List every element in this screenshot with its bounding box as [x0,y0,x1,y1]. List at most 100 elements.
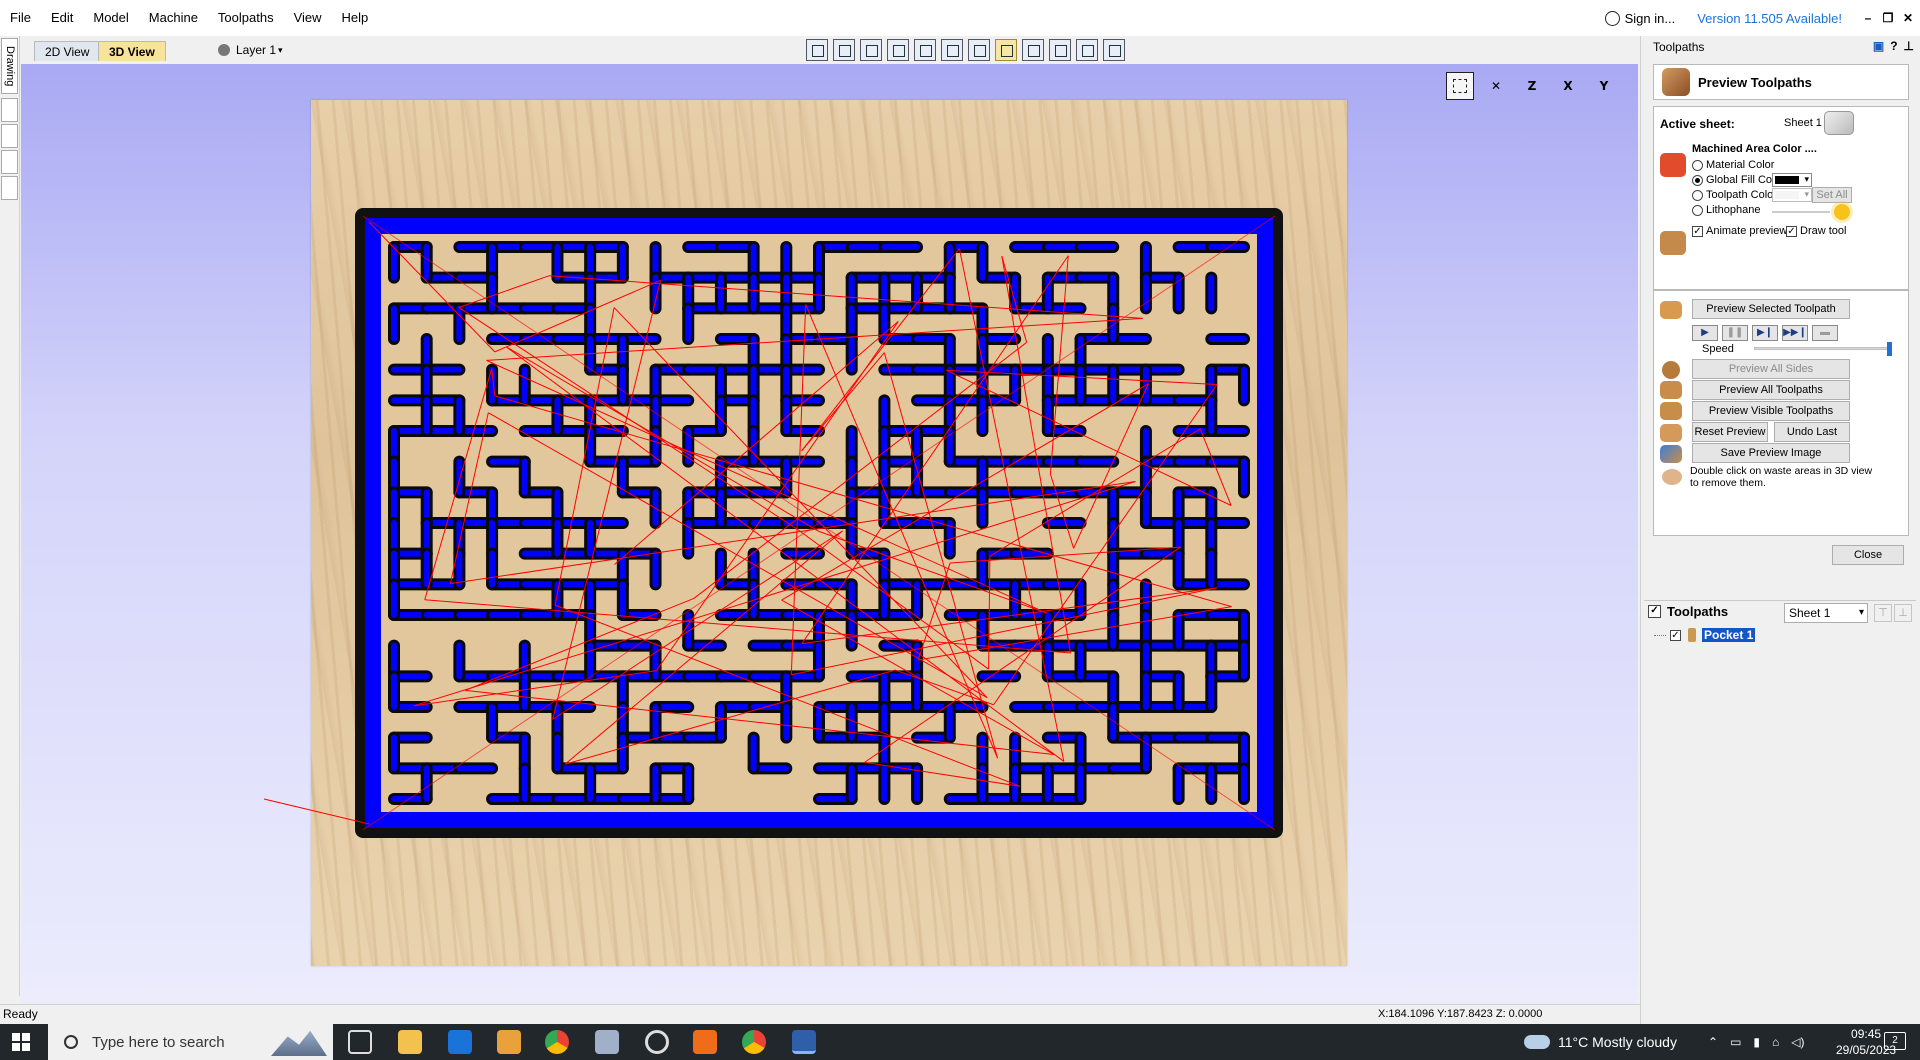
global-fill-color-radio[interactable] [1692,174,1703,186]
z-view-icon[interactable]: Z [1518,72,1546,100]
strip-tab-3[interactable] [1,124,18,148]
lithophane-slider[interactable] [1772,211,1830,213]
save-preview-image-button[interactable]: Save Preview Image [1692,443,1850,463]
stop-icon[interactable]: ▬ [1812,325,1838,341]
drawing-tab[interactable]: Drawing [1,38,18,94]
help-icon[interactable]: ? [1890,39,1897,53]
palette-icon[interactable] [1824,111,1854,135]
menu-model[interactable]: Model [83,0,138,36]
rulers-icon[interactable] [833,39,855,61]
undo-last-button[interactable]: Undo Last [1774,422,1850,442]
draw-tool-option[interactable]: ✓ Draw tool [1786,225,1846,237]
material-color-option[interactable]: Material Color [1692,159,1774,171]
zoom-in-icon[interactable] [941,39,963,61]
zoom-out-icon[interactable] [968,39,990,61]
global-fill-color-option[interactable]: Global Fill Color [1692,174,1784,186]
animate-preview-option[interactable]: ✓ Animate preview [1692,225,1787,237]
sign-in-link[interactable]: Sign in... [1604,10,1675,26]
meet-now-icon[interactable]: ▭ [1730,1035,1741,1049]
grid-icon[interactable] [860,39,882,61]
speed-slider[interactable] [1754,342,1892,356]
material-color-radio[interactable] [1692,159,1703,171]
weather-widget[interactable]: 11°C Mostly cloudy [1524,1024,1677,1060]
toolpath-color-option[interactable]: Toolpath Color [1692,189,1777,201]
toolpath-color-swatch[interactable]: ▾ [1772,188,1812,202]
menu-view[interactable]: View [284,0,332,36]
snap-icon[interactable] [806,39,828,61]
zoom-box-icon[interactable] [914,39,936,61]
preview-visible-toolpaths-button[interactable]: Preview Visible Toolpaths [1692,401,1850,421]
toolpath-item-name[interactable]: Pocket 1 [1702,628,1756,642]
paint-icon[interactable] [595,1030,619,1054]
zoom-extents-icon[interactable] [1446,72,1474,100]
taskbar-search-box[interactable]: Type here to search [48,1024,333,1060]
strip-tab-5[interactable] [1,176,18,200]
pause-icon[interactable]: ❚❚ [1722,325,1748,341]
iso-view-icon[interactable]: ✕ [1482,72,1510,100]
y-view-icon[interactable]: Y [1590,72,1618,100]
windows-start-icon[interactable] [12,1033,30,1051]
fusion-icon[interactable] [693,1030,717,1054]
set-all-button[interactable]: Set All [1812,187,1852,203]
preview-selected-toolpath-button[interactable]: Preview Selected Toolpath [1692,299,1850,319]
task-view-icon[interactable] [348,1030,372,1054]
x-view-icon[interactable]: X [1554,72,1582,100]
toolpaths-visibility-checkbox[interactable]: ✓ [1648,605,1661,618]
volume-icon[interactable]: ◁) [1791,1035,1804,1049]
restore-icon[interactable]: ❐ [1880,11,1896,25]
speed-slider-thumb[interactable] [1887,342,1892,356]
close-button[interactable]: Close [1832,545,1904,565]
menu-edit[interactable]: Edit [41,0,83,36]
reset-preview-button[interactable]: Reset Preview [1692,422,1768,442]
settings-gear-icon[interactable] [645,1030,669,1054]
play-icon[interactable]: ▶ [1692,325,1718,341]
lithophane-radio[interactable] [1692,204,1703,216]
toolpath-item[interactable]: ✓ Pocket 1 [1654,628,1756,642]
waste-area-icon [1662,469,1682,485]
chevron-up-icon[interactable]: ⌃ [1708,1035,1718,1049]
tab-3d-view[interactable]: 3D View [98,41,166,61]
pan-icon[interactable] [887,39,909,61]
menu-toolpaths[interactable]: Toolpaths [208,0,284,36]
menu-help[interactable]: Help [332,0,379,36]
lithophane-option[interactable]: Lithophane [1692,204,1760,216]
move-down-icon[interactable]: ⊥ [1894,604,1912,622]
close-icon[interactable]: ✕ [1900,11,1916,25]
fast-forward-icon[interactable]: ▶▶❙ [1782,325,1808,341]
draw-tool-checkbox[interactable]: ✓ [1786,225,1797,237]
global-fill-swatch[interactable]: ▾ [1772,173,1812,187]
layer-dropdown[interactable]: Layer 1 ▾ [218,40,283,60]
layout-icon[interactable] [1076,39,1098,61]
preview-all-toolpaths-button[interactable]: Preview All Toolpaths [1692,380,1850,400]
step-forward-icon[interactable]: ▶❙ [1752,325,1778,341]
notification-badge[interactable]: 2 [1884,1032,1906,1050]
battery-icon[interactable]: ▮ [1753,1035,1760,1049]
version-available-link[interactable]: Version 11.505 Available! [1697,11,1842,26]
move-up-icon[interactable]: ⊤ [1874,604,1892,622]
show-toolpath-icon[interactable] [995,39,1017,61]
render-icon[interactable] [1049,39,1071,61]
panel-layout-icon[interactable]: ▣ [1873,39,1884,53]
minimize-icon[interactable]: – [1860,11,1876,25]
sheet-select[interactable]: Sheet 1 ▾ [1784,603,1868,623]
strip-tab-4[interactable] [1,150,18,174]
tab-2d-view[interactable]: 2D View [34,41,101,61]
animate-preview-checkbox[interactable]: ✓ [1692,225,1703,237]
strip-tab-2[interactable] [1,98,18,122]
split-view-icon[interactable] [1103,39,1125,61]
media-player-icon[interactable] [497,1030,521,1054]
preview-all-sides-button[interactable]: Preview All Sides [1692,359,1850,379]
vcarve-icon[interactable] [792,1030,816,1054]
toolpath-color-radio[interactable] [1692,189,1703,201]
3d-viewport[interactable]: ✕ Z X Y [21,64,1638,1004]
toolpath-lines-icon[interactable] [1022,39,1044,61]
network-icon[interactable]: ⌂ [1772,1035,1779,1049]
file-explorer-icon[interactable] [398,1030,422,1054]
toolpath-item-checkbox[interactable]: ✓ [1670,629,1681,641]
menu-machine[interactable]: Machine [139,0,208,36]
mail-icon[interactable] [448,1030,472,1054]
chrome-profile-icon[interactable] [742,1030,766,1054]
menu-file[interactable]: File [0,0,41,36]
chrome-icon[interactable] [545,1030,569,1054]
pin-icon[interactable]: ⊥ [1904,39,1914,53]
